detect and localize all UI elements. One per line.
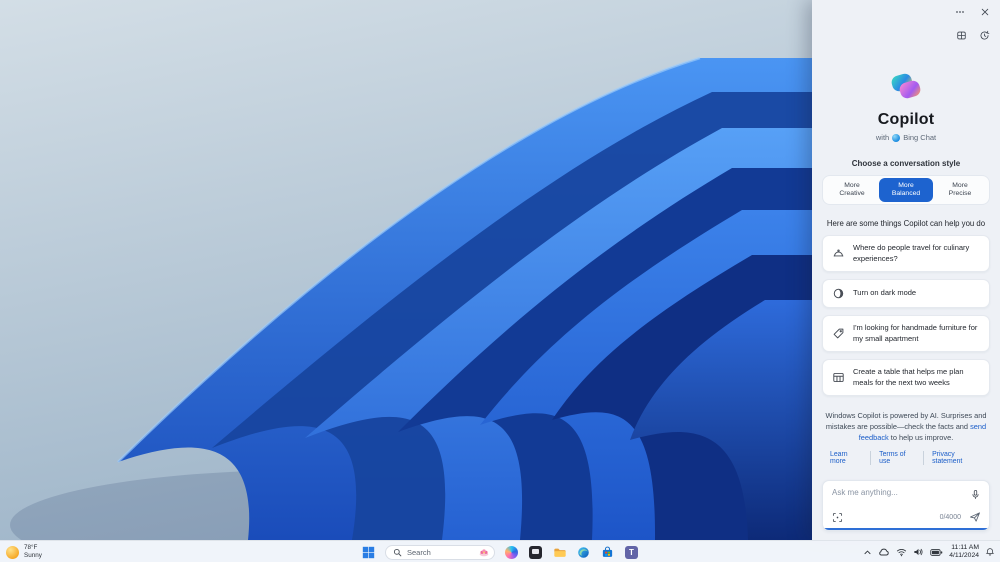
style-more-balanced[interactable]: More Balanced bbox=[879, 178, 933, 202]
screenshot-icon[interactable] bbox=[832, 512, 843, 523]
terms-of-use-link[interactable]: Terms of use bbox=[870, 451, 923, 466]
file-explorer-icon[interactable] bbox=[552, 545, 567, 560]
tag-icon bbox=[832, 327, 845, 340]
clock-time: 11:11 AM bbox=[951, 543, 979, 551]
suggestion-text: Create a table that helps me plan meals … bbox=[853, 367, 964, 387]
more-options-icon[interactable] bbox=[954, 6, 966, 18]
hidden-icons-chevron[interactable] bbox=[863, 548, 872, 557]
style-label-line2: Balanced bbox=[891, 190, 921, 197]
style-label-line1: More bbox=[952, 181, 968, 189]
search-icon bbox=[393, 548, 402, 557]
chat-input-box: 0/4000 bbox=[822, 480, 990, 531]
clock[interactable]: 11:11 AM 4/11/2024 bbox=[949, 544, 979, 560]
search-highlight-icon bbox=[478, 547, 490, 557]
task-view-icon[interactable] bbox=[528, 545, 543, 560]
privacy-statement-link[interactable]: Privacy statement bbox=[923, 451, 990, 466]
conversation-style-heading: Choose a conversation style bbox=[851, 159, 961, 168]
copilot-icon[interactable] bbox=[504, 545, 519, 560]
table-icon bbox=[832, 371, 845, 384]
start-button[interactable] bbox=[361, 545, 376, 560]
sun-icon bbox=[6, 545, 19, 559]
teams-icon[interactable]: T bbox=[624, 545, 639, 560]
suggestion-text: Turn on dark mode bbox=[853, 288, 917, 298]
desktop-screen: Copilot with Bing Chat Choose a conversa… bbox=[0, 0, 1000, 562]
copilot-logo bbox=[888, 68, 924, 104]
suggestion-text: Where do people travel for culinary expe… bbox=[853, 243, 970, 263]
store-icon[interactable] bbox=[600, 545, 615, 560]
history-icon[interactable] bbox=[979, 30, 990, 41]
microphone-icon[interactable] bbox=[970, 487, 981, 505]
taskbar-center: Search T bbox=[361, 541, 639, 562]
footer-links: Learn more Terms of use Privacy statemen… bbox=[822, 451, 990, 466]
wifi-icon[interactable] bbox=[896, 547, 907, 557]
input-footer: 0/4000 bbox=[832, 511, 981, 523]
style-more-creative[interactable]: More Creative bbox=[825, 178, 879, 202]
panel-toolbar bbox=[822, 28, 990, 42]
style-label-line1: More bbox=[898, 181, 914, 189]
taskbar-search[interactable]: Search bbox=[385, 544, 495, 560]
disclaimer-text: to help us improve. bbox=[888, 433, 954, 443]
learn-more-link[interactable]: Learn more bbox=[822, 451, 870, 465]
taskbar: 78°F Sunny Search T 11:11 AM 4/11/2024 bbox=[0, 540, 1000, 562]
suggestions-heading: Here are some things Copilot can help yo… bbox=[826, 219, 986, 228]
style-label-line2: Creative bbox=[839, 190, 865, 197]
ai-disclaimer: Windows Copilot is powered by AI. Surpri… bbox=[822, 410, 990, 443]
weather-temp: 78°F bbox=[24, 544, 38, 552]
char-counter: 0/4000 bbox=[939, 513, 961, 521]
notification-bell-icon[interactable] bbox=[985, 547, 995, 557]
weather-widget[interactable]: 78°F Sunny bbox=[6, 541, 42, 562]
copilot-title: Copilot bbox=[877, 111, 935, 128]
cloche-icon bbox=[832, 247, 845, 260]
suggestion-card-meal-table[interactable]: Create a table that helps me plan meals … bbox=[822, 359, 990, 396]
onedrive-cloud-icon[interactable] bbox=[878, 547, 890, 557]
volume-icon[interactable] bbox=[913, 547, 924, 557]
weather-text: 78°F Sunny bbox=[24, 544, 42, 560]
input-accent-line bbox=[823, 527, 989, 530]
chat-input[interactable] bbox=[832, 488, 962, 497]
subtitle-prefix: with bbox=[875, 133, 890, 142]
close-icon[interactable] bbox=[980, 7, 990, 17]
suggestion-card-culinary[interactable]: Where do people travel for culinary expe… bbox=[822, 235, 990, 272]
battery-icon[interactable] bbox=[930, 548, 943, 557]
suggestion-card-dark-mode[interactable]: Turn on dark mode bbox=[822, 279, 990, 308]
clock-date: 4/11/2024 bbox=[949, 552, 979, 559]
subtitle-brand: Bing Chat bbox=[903, 133, 937, 142]
conversation-style-toggle: More Creative More Balanced More Precise bbox=[822, 175, 990, 205]
weather-condition: Sunny bbox=[24, 552, 42, 559]
panel-window-controls bbox=[822, 5, 990, 19]
edge-icon[interactable] bbox=[576, 545, 591, 560]
copilot-panel: Copilot with Bing Chat Choose a conversa… bbox=[812, 0, 1000, 540]
system-tray: 11:11 AM 4/11/2024 bbox=[863, 541, 995, 562]
disclaimer-text: Windows Copilot is powered by AI. Surpri… bbox=[825, 411, 987, 432]
suggestion-card-furniture[interactable]: I'm looking for handmade furniture for m… bbox=[822, 315, 990, 352]
style-label-line2: Precise bbox=[948, 190, 972, 197]
send-icon[interactable] bbox=[969, 511, 981, 523]
suggestion-text: I'm looking for handmade furniture for m… bbox=[853, 323, 978, 343]
copilot-subtitle: with Bing Chat bbox=[822, 133, 990, 142]
search-placeholder: Search bbox=[407, 547, 431, 557]
bing-icon bbox=[892, 133, 901, 142]
style-more-precise[interactable]: More Precise bbox=[933, 178, 987, 202]
style-label-line1: More bbox=[844, 181, 860, 189]
layout-grid-icon[interactable] bbox=[956, 30, 967, 41]
moon-icon bbox=[832, 287, 845, 300]
